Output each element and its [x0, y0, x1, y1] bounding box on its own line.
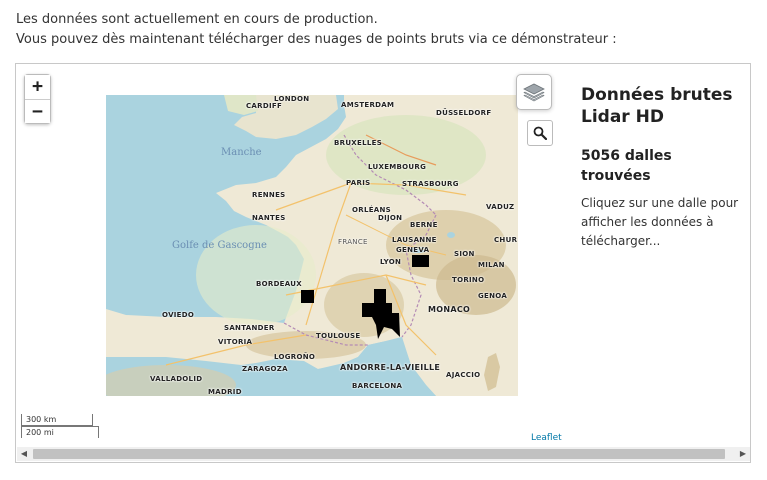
city-label: OVIEDO — [162, 311, 195, 319]
city-label: CARDIFF — [246, 102, 283, 110]
zoom-control: + − — [24, 74, 51, 124]
city-label: GENOA — [478, 292, 508, 300]
city-label: SION — [454, 250, 475, 258]
info-panel: Données brutes Lidar HD 5056 dalles trou… — [581, 84, 746, 251]
city-label: ORLÉANS — [352, 206, 392, 214]
city-label: DIJON — [378, 214, 403, 222]
city-label: ANDORRE-LA-VIEILLE — [340, 363, 441, 372]
map-view[interactable]: Manche Golfe de Gascogne LONDON CARDIFF … — [106, 95, 518, 396]
city-label: BARCELONA — [352, 382, 403, 390]
city-label: STRASBOURG — [402, 180, 459, 188]
intro-line-1: Les données sont actuellement en cours d… — [16, 12, 378, 27]
city-label: TORINO — [452, 276, 485, 284]
panel-title-line-2: Lidar HD — [581, 107, 664, 127]
horizontal-scrollbar[interactable]: ◀ ▶ — [17, 447, 750, 461]
city-label: LYON — [380, 258, 402, 266]
city-label: NANTES — [252, 214, 286, 222]
search-icon — [533, 126, 547, 140]
city-label: CHUR — [494, 236, 518, 244]
city-label: FRANCE — [338, 238, 368, 246]
layers-button[interactable] — [516, 74, 552, 110]
search-button[interactable] — [527, 120, 553, 146]
map-widget: Manche Golfe de Gascogne LONDON CARDIFF … — [15, 63, 751, 463]
city-label: DÜSSELDORF — [436, 109, 492, 117]
map-background — [106, 95, 518, 396]
scrollbar-thumb[interactable] — [33, 449, 725, 459]
layers-icon — [523, 83, 545, 102]
city-label: MADRID — [208, 388, 242, 396]
tile-count: 5056 dalles trouvées — [581, 148, 672, 184]
city-label: LAUSANNE — [392, 236, 437, 244]
panel-title: Données brutes Lidar HD — [581, 84, 746, 128]
city-label: RENNES — [252, 191, 286, 199]
city-label: BRUXELLES — [334, 139, 383, 147]
intro-text: Les données sont actuellement en cours d… — [16, 10, 617, 50]
city-label: VITORIA — [218, 338, 253, 346]
city-label: VALLADOLID — [150, 375, 203, 383]
city-label: BERNE — [410, 221, 438, 229]
city-label: BORDEAUX — [256, 280, 302, 288]
sea-label-gascogne: Golfe de Gascogne — [172, 240, 267, 251]
panel-hint: Cliquez sur une dalle pour afficher les … — [581, 196, 739, 248]
city-label: SANTANDER — [224, 324, 275, 332]
scale-mi: 200 mi — [21, 426, 99, 438]
attribution-link[interactable]: Leaflet — [531, 433, 562, 443]
scroll-left-icon[interactable]: ◀ — [17, 447, 31, 461]
zoom-in-button[interactable]: + — [25, 75, 50, 99]
city-label: AMSTERDAM — [341, 101, 395, 109]
city-label: TOULOUSE — [316, 332, 361, 340]
zoom-out-button[interactable]: − — [25, 99, 50, 123]
city-label: VADUZ — [486, 203, 515, 211]
city-label: AJACCIO — [446, 371, 481, 379]
city-label: PARIS — [346, 179, 371, 187]
panel-title-line-1: Données brutes — [581, 85, 733, 105]
city-label: ZARAGOZA — [242, 365, 288, 373]
city-label: MONACO — [428, 305, 471, 314]
intro-line-2: Vous pouvez dès maintenant télécharger d… — [16, 32, 617, 47]
scale-bar: 300 km 200 mi — [21, 414, 99, 438]
sea-label-manche: Manche — [221, 147, 262, 158]
city-label: MILAN — [478, 261, 505, 269]
city-label: LUXEMBOURG — [368, 163, 427, 171]
scroll-right-icon[interactable]: ▶ — [736, 447, 750, 461]
city-label: GENEVA — [396, 246, 430, 254]
scale-km: 300 km — [21, 414, 93, 426]
city-label: LOGROÑO — [274, 353, 316, 361]
